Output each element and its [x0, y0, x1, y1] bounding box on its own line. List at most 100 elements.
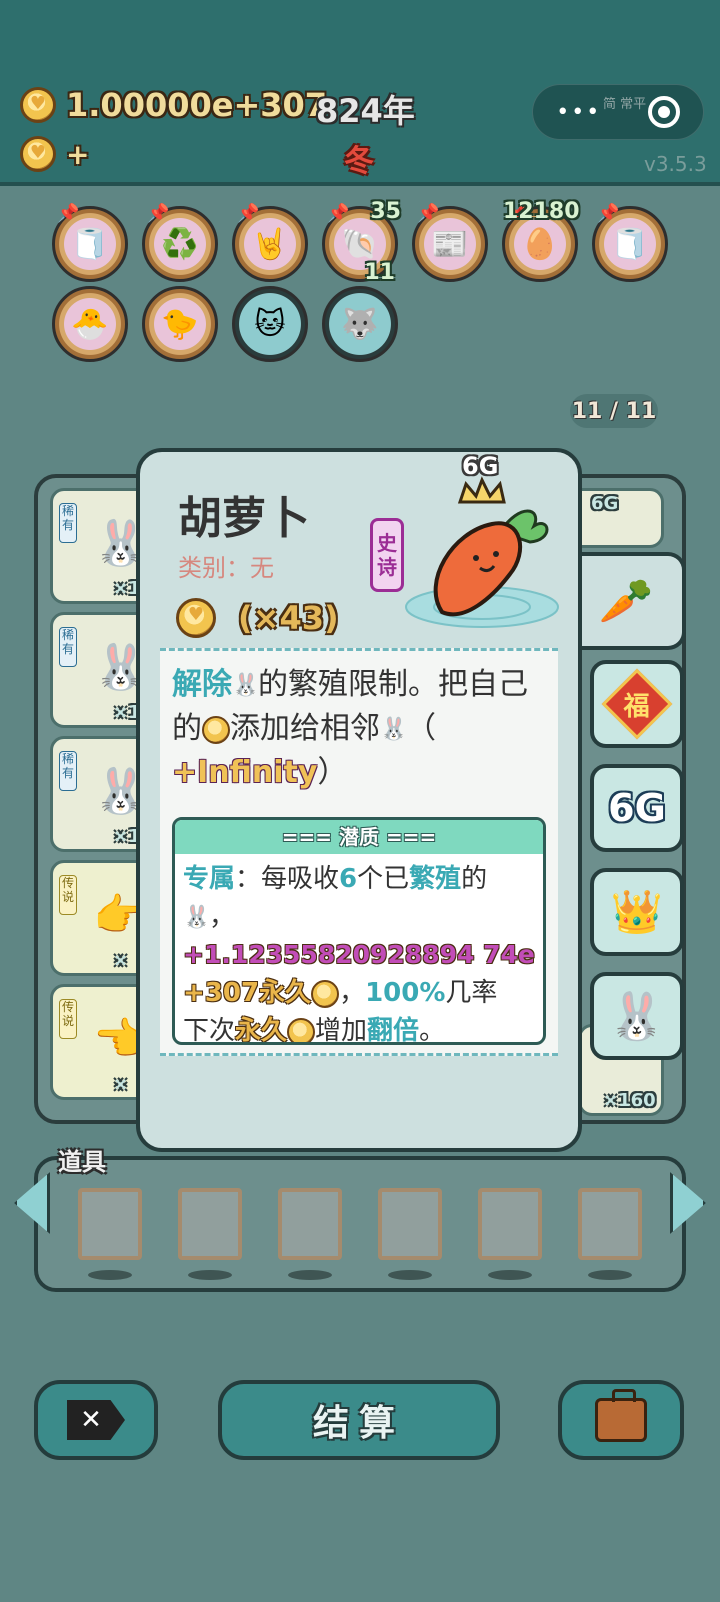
more-menu-icon[interactable]: •••: [556, 100, 601, 125]
settle-button[interactable]: 结算: [218, 1380, 500, 1460]
potential-box: === 潜质 === 专属：每吸收6个已繁殖的 🐰， +1.1235582092…: [172, 817, 546, 1045]
mini-program-capsule[interactable]: ••• 简 常平: [532, 84, 704, 140]
relic-chicks[interactable]: 🐣: [52, 286, 128, 362]
rarity-tag: 传说: [59, 999, 77, 1039]
item-slot-shadow: [88, 1270, 132, 1280]
desc-text-2: 添加给相邻: [230, 711, 380, 746]
top-bar: 1.00000e+307 + 824年 冬 ••• 简 常平 v3.5.3: [0, 0, 720, 186]
briefcase-icon: [595, 1389, 647, 1442]
card-title: 胡萝卜: [178, 493, 310, 544]
item-slot[interactable]: [178, 1188, 242, 1260]
relic-tissue-box-2[interactable]: 📌 🧻: [592, 203, 668, 282]
coin-icon: [311, 979, 340, 1008]
rarity-tag: 稀有: [59, 627, 77, 667]
pot-permanent: +307永久: [183, 978, 312, 1008]
page-counter: 11 / 11: [570, 394, 658, 428]
relic-recycle[interactable]: 📌 ♻️: [142, 203, 218, 282]
tab-6g[interactable]: 6G: [590, 764, 684, 852]
pot-double: 翻倍: [367, 1016, 420, 1045]
card-coin-value: (×43): [176, 598, 339, 638]
close-target-icon[interactable]: [647, 96, 680, 128]
husky-icon: 🐺: [341, 306, 379, 342]
delete-button[interactable]: ✕: [34, 1380, 158, 1460]
fu-label: 福: [623, 691, 651, 722]
tab-fu[interactable]: 福: [590, 660, 684, 748]
rabbit-icon: 🐰: [608, 988, 666, 1043]
items-prev-arrow-icon[interactable]: [14, 1172, 50, 1234]
gold-income: +: [20, 136, 89, 172]
carrot-illustration-icon: [405, 476, 559, 628]
tab-rabbit[interactable]: 🐰: [590, 972, 684, 1060]
carrot-icon: 🥕: [598, 576, 654, 627]
chick-icon: 🐤: [161, 306, 199, 342]
relic-count-top: 12180: [503, 199, 580, 224]
relic-chick[interactable]: 🐤: [142, 286, 218, 362]
relic-cat[interactable]: 🐱: [232, 286, 308, 362]
pot-text: ，: [339, 978, 366, 1008]
chicks-icon: 🐣: [71, 306, 109, 342]
rarity-tag: 稀有: [59, 503, 77, 543]
relic-count-bottom: 11: [364, 260, 395, 285]
relic-time-magazine[interactable]: 📌 📰: [412, 203, 488, 282]
item-slot[interactable]: [278, 1188, 342, 1260]
pot-permanent: 永久: [235, 1016, 288, 1045]
slot-6g-label: 6G: [591, 493, 619, 514]
item-slot[interactable]: [378, 1188, 442, 1260]
slot-multiplier: ×: [113, 950, 129, 971]
coin-icon: [287, 1017, 316, 1042]
pot-text: 个已: [357, 864, 410, 894]
rarity-tag: 稀有: [59, 751, 77, 791]
coin-icon: [20, 136, 56, 172]
desc-text-3: （: [406, 711, 436, 746]
item-slot[interactable]: [78, 1188, 142, 1260]
tab-carrot[interactable]: 🥕: [570, 552, 686, 650]
gold-income-value: +: [66, 137, 90, 171]
tab-crown[interactable]: 👑: [590, 868, 684, 956]
recycle-icon: ♻️: [161, 226, 199, 262]
item-slot-shadow: [188, 1270, 232, 1280]
grid-slot[interactable]: 6G: [568, 488, 664, 548]
pot-text: 的: [461, 864, 488, 894]
tissue-box-icon: 🧻: [71, 226, 109, 262]
pot-chance: 100%: [365, 978, 446, 1008]
year-label: 824年: [316, 92, 415, 130]
desc-text-4: ）: [317, 755, 348, 790]
card-category: 类别：无: [178, 554, 274, 582]
relic-husky[interactable]: 🐺: [322, 286, 398, 362]
desc-infinity-value: +Infinity: [172, 755, 318, 790]
item-slot-shadow: [588, 1270, 632, 1280]
version-label: v3.5.3: [644, 152, 707, 176]
pin-icon: 📌: [327, 203, 350, 224]
potential-text: 专属：每吸收6个已繁殖的 🐰， +1.12355820928894 74e +3…: [175, 854, 543, 1045]
6g-label: 6G: [608, 786, 666, 830]
item-slot-shadow: [488, 1270, 532, 1280]
description-text: 解除🐰的繁殖限制。把自己的 添加给相邻🐰（ +Infinity）: [172, 663, 544, 795]
capsule-overlay-text: 简 常平: [603, 97, 647, 112]
potential-header: === 潜质 ===: [175, 820, 543, 854]
6g-badge: 6G: [462, 452, 499, 480]
crown-icon: 👑: [610, 887, 664, 936]
season-label: 冬: [344, 144, 374, 179]
fu-diamond-icon: 福: [601, 668, 673, 740]
rarity-badge: 史 诗: [370, 518, 404, 592]
rarity-char-1: 史: [377, 531, 397, 555]
coin-icon: [176, 598, 216, 638]
pot-text: 。: [419, 1016, 446, 1045]
item-slot[interactable]: [478, 1188, 542, 1260]
relic-egg-tray[interactable]: 📌 🥚 12180: [502, 199, 580, 282]
bag-button[interactable]: [558, 1380, 684, 1460]
relic-rock-hand[interactable]: 📌 🤘: [232, 203, 308, 282]
pin-icon: 📌: [417, 203, 440, 224]
slot-multiplier: ×160: [603, 1090, 656, 1111]
items-next-arrow-icon[interactable]: [670, 1172, 706, 1234]
relic-shell[interactable]: 📌 🐚 35 11: [322, 199, 401, 285]
slot-multiplier: ×: [113, 1074, 129, 1095]
pot-text: 增加: [315, 1016, 368, 1045]
relic-tissue-box[interactable]: 📌 🧻: [52, 203, 128, 282]
delete-icon: ✕: [67, 1400, 125, 1440]
rabbit-icon: 🐰: [380, 716, 408, 742]
item-slot[interactable]: [578, 1188, 642, 1260]
tissue-box-icon: 🧻: [611, 226, 649, 262]
relic-row-1: 📌 🧻 📌 ♻️ 📌 🤘 📌 🐚 35 11 📌 📰 📌 🥚 12180 📌 🧻: [52, 199, 668, 285]
coin-icon: [202, 715, 230, 744]
